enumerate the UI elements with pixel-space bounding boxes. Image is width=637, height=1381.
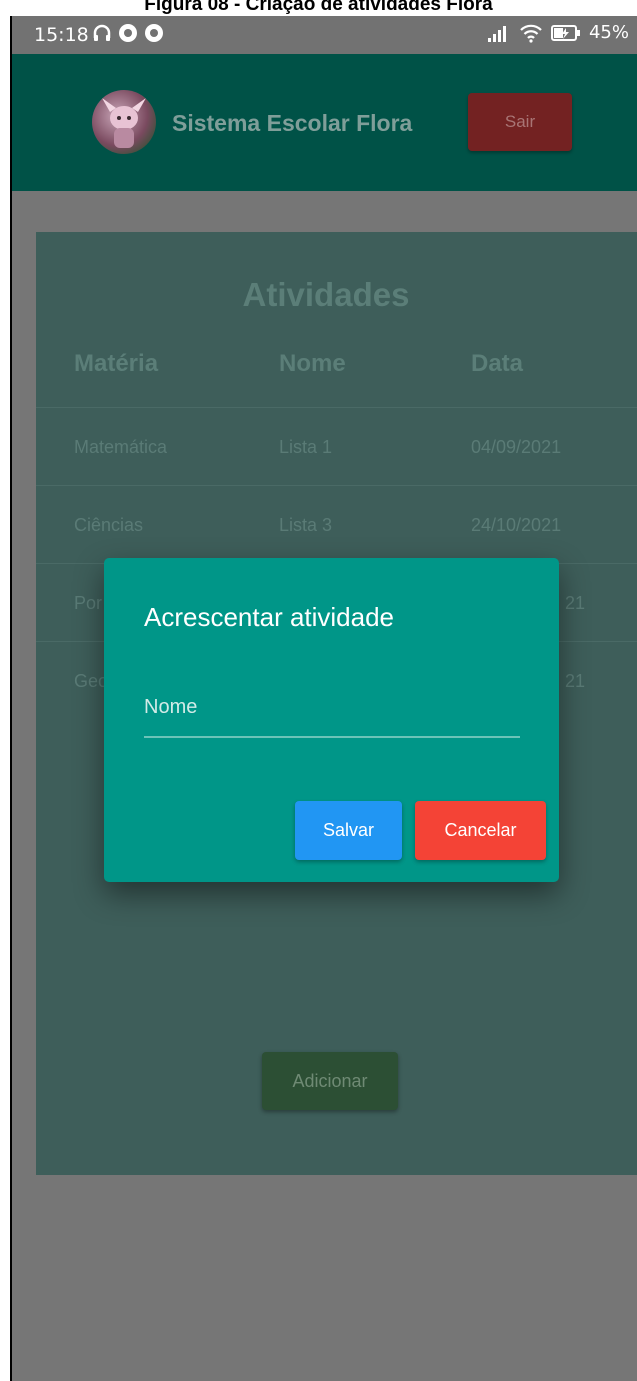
status-time: 15:18	[34, 24, 89, 46]
battery-charging-icon	[550, 24, 580, 41]
headphones-icon	[93, 24, 111, 41]
column-header-date: Data	[471, 350, 524, 377]
add-activity-button[interactable]: Adicionar	[262, 1052, 398, 1110]
battery-level: 45%	[588, 22, 629, 43]
dialog-title: Acrescentar atividade	[144, 602, 395, 632]
save-button[interactable]: Salvar	[295, 801, 402, 860]
activity-name-input[interactable]	[144, 678, 520, 738]
cancel-button[interactable]: Cancelar	[415, 801, 546, 860]
status-icons-right: 45%	[487, 22, 629, 43]
table-cell-name: Lista 1	[279, 437, 333, 457]
avatar-image-icon	[102, 98, 146, 148]
table-cell-date: 21	[565, 593, 586, 613]
table-cell-name: Lista 3	[279, 515, 333, 535]
notification-icon	[119, 24, 137, 42]
table-cell-date: 04/09/2021	[471, 437, 562, 457]
app-bar: Sistema Escolar Flora Sair	[12, 54, 637, 191]
phone-screen: 15:18 45% Sistema Escolar Flora Sair Ati…	[10, 16, 637, 1381]
logout-button[interactable]: Sair	[468, 93, 572, 151]
table-cell-date: 24/10/2021	[471, 515, 562, 535]
notification-icon	[145, 24, 163, 42]
status-icons-left	[92, 23, 164, 43]
column-header-name: Nome	[279, 350, 346, 377]
table-cell-subject: Matemática	[74, 437, 168, 457]
table-cell-subject: Ciências	[74, 515, 144, 535]
status-bar: 15:18 45%	[12, 16, 637, 54]
avatar	[92, 90, 156, 154]
signal-icon	[487, 25, 506, 42]
row-divider	[36, 407, 637, 408]
table-cell-subject: Por	[74, 593, 103, 613]
table-cell-date: 21	[565, 671, 586, 691]
add-activity-dialog: Acrescentar atividade Salvar Cancelar	[104, 558, 559, 882]
activities-title: Atividades	[242, 276, 410, 313]
wifi-icon	[520, 24, 542, 43]
table-cell-subject: Geo	[74, 671, 109, 691]
column-header-subject: Matéria	[74, 350, 159, 377]
app-title: Sistema Escolar Flora	[172, 110, 413, 136]
row-divider	[36, 485, 637, 486]
